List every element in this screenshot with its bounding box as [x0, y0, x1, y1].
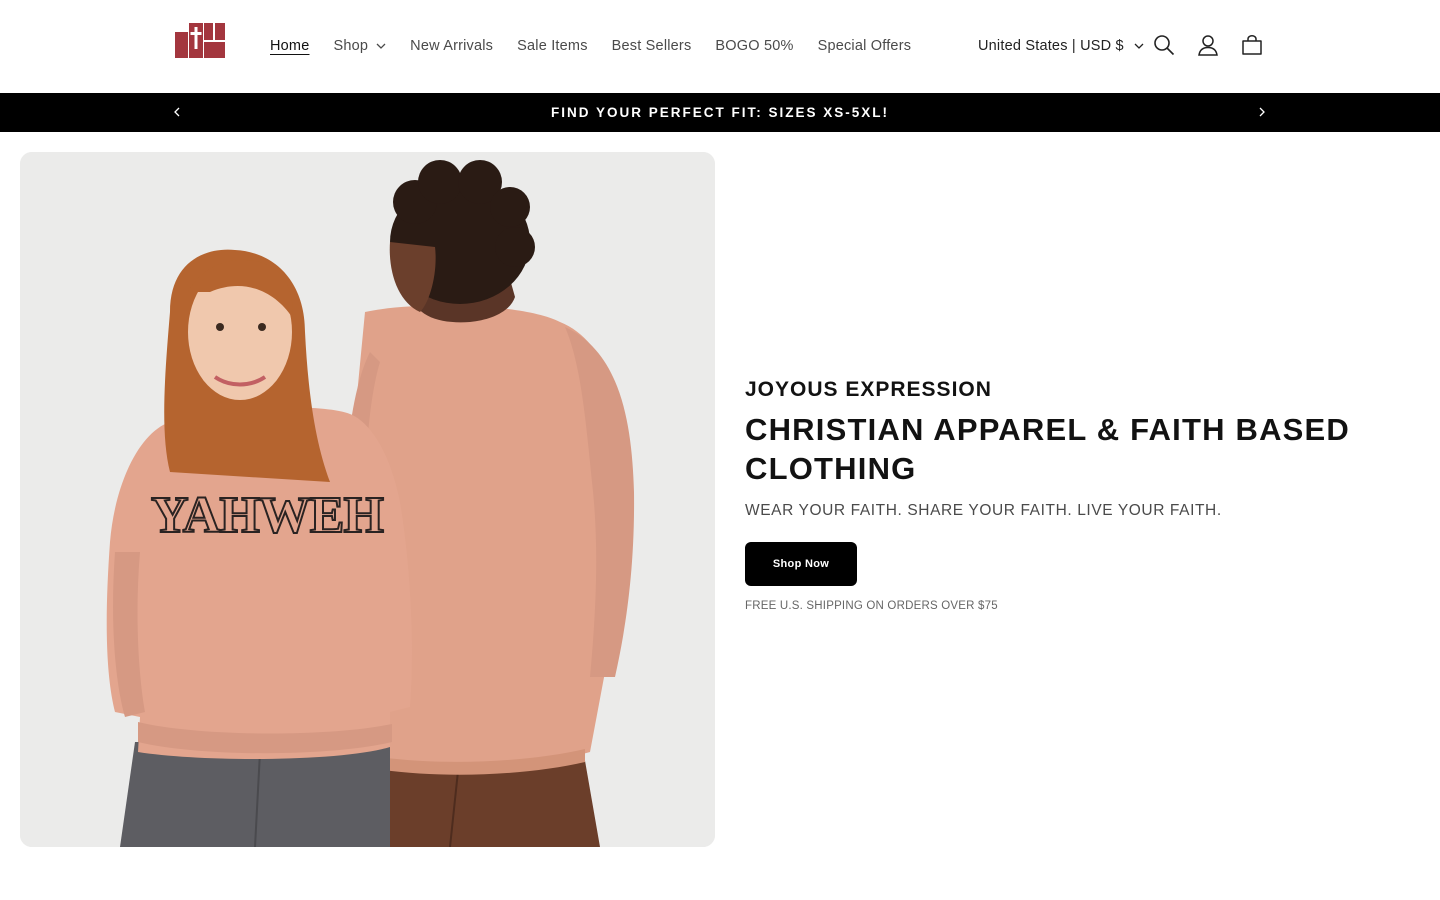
nav-home-label: Home — [270, 38, 310, 54]
locale-label: United States | USD $ — [978, 38, 1124, 54]
announcement-bar: FIND YOUR PERFECT FIT: SIZES XS-5XL! — [0, 93, 1440, 132]
nav-best-sellers-label: Best Sellers — [611, 38, 692, 54]
country-currency-selector[interactable]: United States | USD $ — [978, 0, 1144, 92]
hero-illustration: YAHWEH — [20, 152, 715, 847]
hero-headline: CHRISTIAN APPAREL & FAITH BASED CLOTHING — [745, 412, 1350, 486]
chevron-right-icon[interactable] — [1255, 105, 1269, 119]
cart-button[interactable] — [1239, 32, 1265, 58]
account-button[interactable] — [1195, 32, 1221, 58]
nav-shop-label: Shop — [333, 38, 369, 54]
nav-sale-items-label: Sale Items — [517, 38, 588, 54]
hero-subtitle: WEAR YOUR FAITH. SHARE YOUR FAITH. LIVE … — [745, 502, 1222, 519]
nav-sale-items[interactable]: Sale Items — [505, 38, 600, 54]
site-header: Home Shop New Arrivals Sale Items Best S… — [0, 0, 1440, 92]
shop-now-button[interactable]: Shop Now — [745, 542, 857, 586]
hero-eyebrow: JOYOUS EXPRESSION — [745, 378, 992, 401]
nav-special-offers[interactable]: Special Offers — [806, 38, 924, 54]
announcement-text: FIND YOUR PERFECT FIT: SIZES XS-5XL! — [550, 105, 890, 120]
nav-new-arrivals-label: New Arrivals — [410, 38, 494, 54]
shipping-note: FREE U.S. SHIPPING ON ORDERS OVER $75 — [745, 600, 998, 612]
nav-home[interactable]: Home — [258, 38, 321, 54]
main-nav: Home Shop New Arrivals Sale Items Best S… — [258, 0, 923, 92]
nav-special-offers-label: Special Offers — [817, 38, 912, 54]
chevron-down-icon — [1134, 43, 1144, 49]
nav-best-sellers[interactable]: Best Sellers — [600, 38, 704, 54]
nav-bogo-label: BOGO 50% — [715, 38, 794, 54]
hero-content: JOYOUS EXPRESSION CHRISTIAN APPAREL & FA… — [745, 378, 1365, 612]
nav-new-arrivals[interactable]: New Arrivals — [398, 38, 505, 54]
search-icon — [1154, 35, 1175, 56]
account-icon — [1198, 35, 1218, 56]
search-button[interactable] — [1151, 32, 1177, 58]
sweatshirt-print-text: YAHWEH — [151, 487, 383, 544]
site-logo[interactable] — [175, 23, 225, 58]
nav-shop[interactable]: Shop — [321, 38, 398, 54]
chevron-down-icon — [376, 43, 386, 49]
nav-bogo[interactable]: BOGO 50% — [703, 38, 805, 54]
hero-image: YAHWEH — [20, 152, 715, 847]
cart-icon — [1242, 35, 1262, 55]
